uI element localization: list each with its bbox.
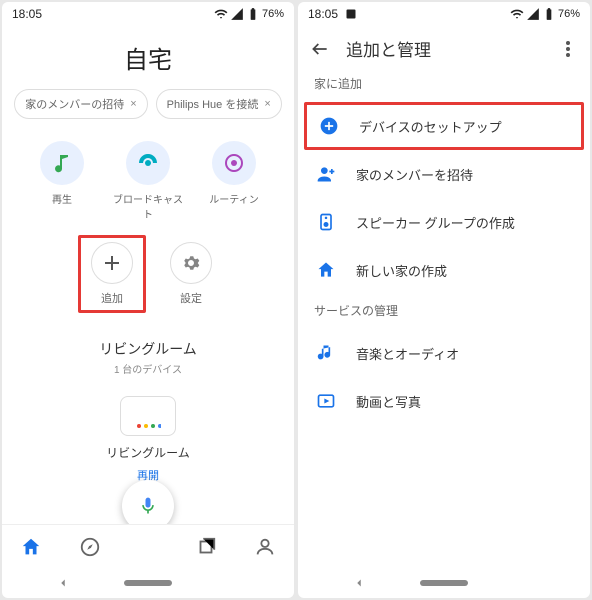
image-icon <box>345 8 357 20</box>
status-time: 18:05 <box>12 7 42 21</box>
compass-icon <box>79 536 101 558</box>
room-device-count: 1 台のデバイス <box>2 361 294 376</box>
action-play[interactable]: 再生 <box>27 141 97 221</box>
device-icon <box>120 396 176 436</box>
person-add-icon <box>316 164 336 184</box>
mic-icon <box>138 496 158 516</box>
speaker-icon <box>316 212 336 232</box>
main-actions: 追加 設定 <box>2 227 294 327</box>
battery-icon <box>246 7 260 21</box>
item-music-audio[interactable]: 音楽とオーディオ <box>298 329 590 377</box>
device-card[interactable]: リビングルーム 再開 <box>100 396 196 483</box>
room-name: リビングルーム <box>2 339 294 359</box>
item-new-home[interactable]: 新しい家の作成 <box>298 246 590 294</box>
item-speaker-group[interactable]: スピーカー グループの作成 <box>298 198 590 246</box>
room-section: リビングルーム 1 台のデバイス <box>2 327 294 382</box>
more-vert-icon <box>566 41 570 57</box>
nav-profile[interactable] <box>254 536 276 558</box>
video-icon <box>316 391 336 411</box>
page-header: 追加と管理 <box>298 26 590 67</box>
section-manage-services: サービスの管理 <box>298 294 590 329</box>
person-icon <box>254 536 276 558</box>
nav-browse[interactable] <box>195 536 217 558</box>
home-icon <box>20 536 42 558</box>
status-battery: 76% <box>262 8 284 20</box>
close-icon[interactable]: × <box>130 98 136 110</box>
system-nav <box>298 568 590 598</box>
wifi-icon <box>510 7 524 21</box>
status-bar: 18:05 76% <box>2 2 294 26</box>
add-manage-screen: 18:05 76% 追加と管理 家に追加 デバイスのセットアップ 家のメンバーを… <box>298 2 590 598</box>
music-icon <box>316 343 336 363</box>
home-pill[interactable] <box>124 580 172 586</box>
close-icon[interactable]: × <box>264 98 270 110</box>
status-bar: 18:05 76% <box>298 2 590 26</box>
suggestion-chips: 家のメンバーの招待 × Philips Hue を接続 × <box>2 89 294 135</box>
system-nav <box>2 568 294 598</box>
plus-circle-icon <box>319 116 339 136</box>
chip-invite-member[interactable]: 家のメンバーの招待 × <box>14 89 147 119</box>
item-device-setup[interactable]: デバイスのセットアップ <box>304 102 584 150</box>
add-highlight: 追加 <box>78 235 146 313</box>
home-screen: 18:05 76% 自宅 家のメンバーの招待 × Philips Hue を接続… <box>2 2 294 598</box>
battery-icon <box>542 7 556 21</box>
home-pill[interactable] <box>420 580 468 586</box>
item-invite-member[interactable]: 家のメンバーを招待 <box>298 150 590 198</box>
signal-icon <box>526 7 540 21</box>
home-title: 自宅 <box>2 26 294 89</box>
music-note-icon <box>52 153 72 173</box>
signal-icon <box>230 7 244 21</box>
plus-icon <box>103 254 121 272</box>
nav-discover[interactable] <box>79 536 101 558</box>
overflow-menu[interactable] <box>558 39 578 59</box>
broadcast-icon <box>138 153 158 173</box>
page-title: 追加と管理 <box>346 36 542 61</box>
routine-icon <box>224 153 244 173</box>
back-icon[interactable] <box>56 576 70 590</box>
chip-philips-hue[interactable]: Philips Hue を接続 × <box>156 89 282 119</box>
back-arrow-icon[interactable] <box>310 39 330 59</box>
stack-icon <box>195 536 217 558</box>
media-actions: 再生 ブロードキャスト ルーティン <box>2 135 294 227</box>
action-routine[interactable]: ルーティン <box>199 141 269 221</box>
home-icon <box>316 260 336 280</box>
back-icon[interactable] <box>352 576 366 590</box>
gear-icon <box>182 254 200 272</box>
nav-home[interactable] <box>20 536 42 558</box>
item-video-photo[interactable]: 動画と写真 <box>298 377 590 425</box>
wifi-icon <box>214 7 228 21</box>
action-add[interactable]: 追加 <box>85 242 139 306</box>
device-name: リビングルーム <box>100 444 196 461</box>
action-settings[interactable]: 設定 <box>164 242 218 313</box>
bottom-nav <box>2 524 294 568</box>
section-add-to-home: 家に追加 <box>298 67 590 102</box>
action-broadcast[interactable]: ブロードキャスト <box>113 141 183 221</box>
